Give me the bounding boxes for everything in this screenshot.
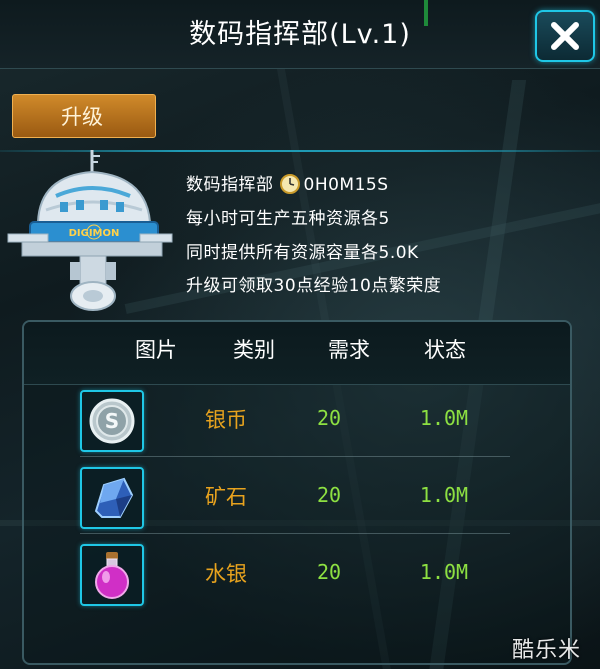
mercury-potion-icon (95, 552, 129, 599)
building-name: 数码指挥部 (186, 175, 274, 195)
table-header: 图片 类别 需求 状态 (24, 322, 570, 385)
row-divider (80, 456, 510, 457)
resource-status: 1.0M (419, 560, 469, 584)
info-line-production: 每小时可生产五种资源各5 (186, 209, 390, 229)
digimon-sign-text: DIGIMON (69, 228, 120, 239)
resource-status: 1.0M (419, 406, 469, 430)
resource-required: 20 (316, 560, 342, 584)
resource-slot[interactable] (80, 544, 144, 606)
upgrade-time: 0H0M15S (303, 175, 389, 195)
close-button[interactable] (535, 10, 595, 62)
requirements-panel: 图片 类别 需求 状态 S 银币 20 1.0M 矿石 20 1.0M 水银 2… (22, 320, 572, 665)
row-divider (80, 533, 510, 534)
resource-status: 1.0M (419, 483, 469, 507)
info-line-reward: 升级可领取30点经验10点繁荣度 (186, 276, 442, 296)
resource-slot[interactable]: S (80, 390, 144, 452)
tab-upgrade[interactable]: 升级 (12, 94, 156, 138)
table-row: 水银 20 1.0M (24, 538, 570, 612)
resource-slot[interactable] (80, 467, 144, 529)
title-bar: 数码指挥部(Lv.1) (0, 0, 600, 69)
close-x-icon (551, 22, 579, 50)
info-line-capacity: 同时提供所有资源容量各5.0K (186, 243, 419, 263)
column-header-status: 状态 (424, 338, 466, 362)
silver-coin-icon: S (89, 398, 135, 444)
resource-name: 水银 (205, 562, 247, 586)
resource-name: 银币 (205, 408, 247, 432)
table-row: 矿石 20 1.0M (24, 461, 570, 535)
window-title: 数码指挥部(Lv.1) (189, 19, 411, 50)
clock-icon (279, 174, 300, 194)
resource-required: 20 (316, 406, 342, 430)
resource-required: 20 (316, 483, 342, 507)
table-row: S 银币 20 1.0M (24, 384, 570, 458)
tab-upgrade-label: 升级 (61, 105, 103, 129)
upgrade-window: 数码指挥部(Lv.1) 升级 DIGIMON 数码指挥部 0H0M15S 每小时… (0, 0, 600, 669)
column-header-required: 需求 (328, 338, 370, 362)
digimon-command-center-image: DIGIMON (7, 150, 173, 311)
column-header-category: 类别 (233, 338, 275, 362)
building-timer-line: 数码指挥部 0H0M15S (186, 170, 389, 195)
watermark-logo: 酷乐米 (512, 638, 582, 663)
resource-name: 矿石 (205, 485, 247, 509)
column-header-image: 图片 (135, 338, 177, 362)
ore-crystal-icon (94, 477, 134, 518)
svg-text:S: S (105, 409, 119, 433)
